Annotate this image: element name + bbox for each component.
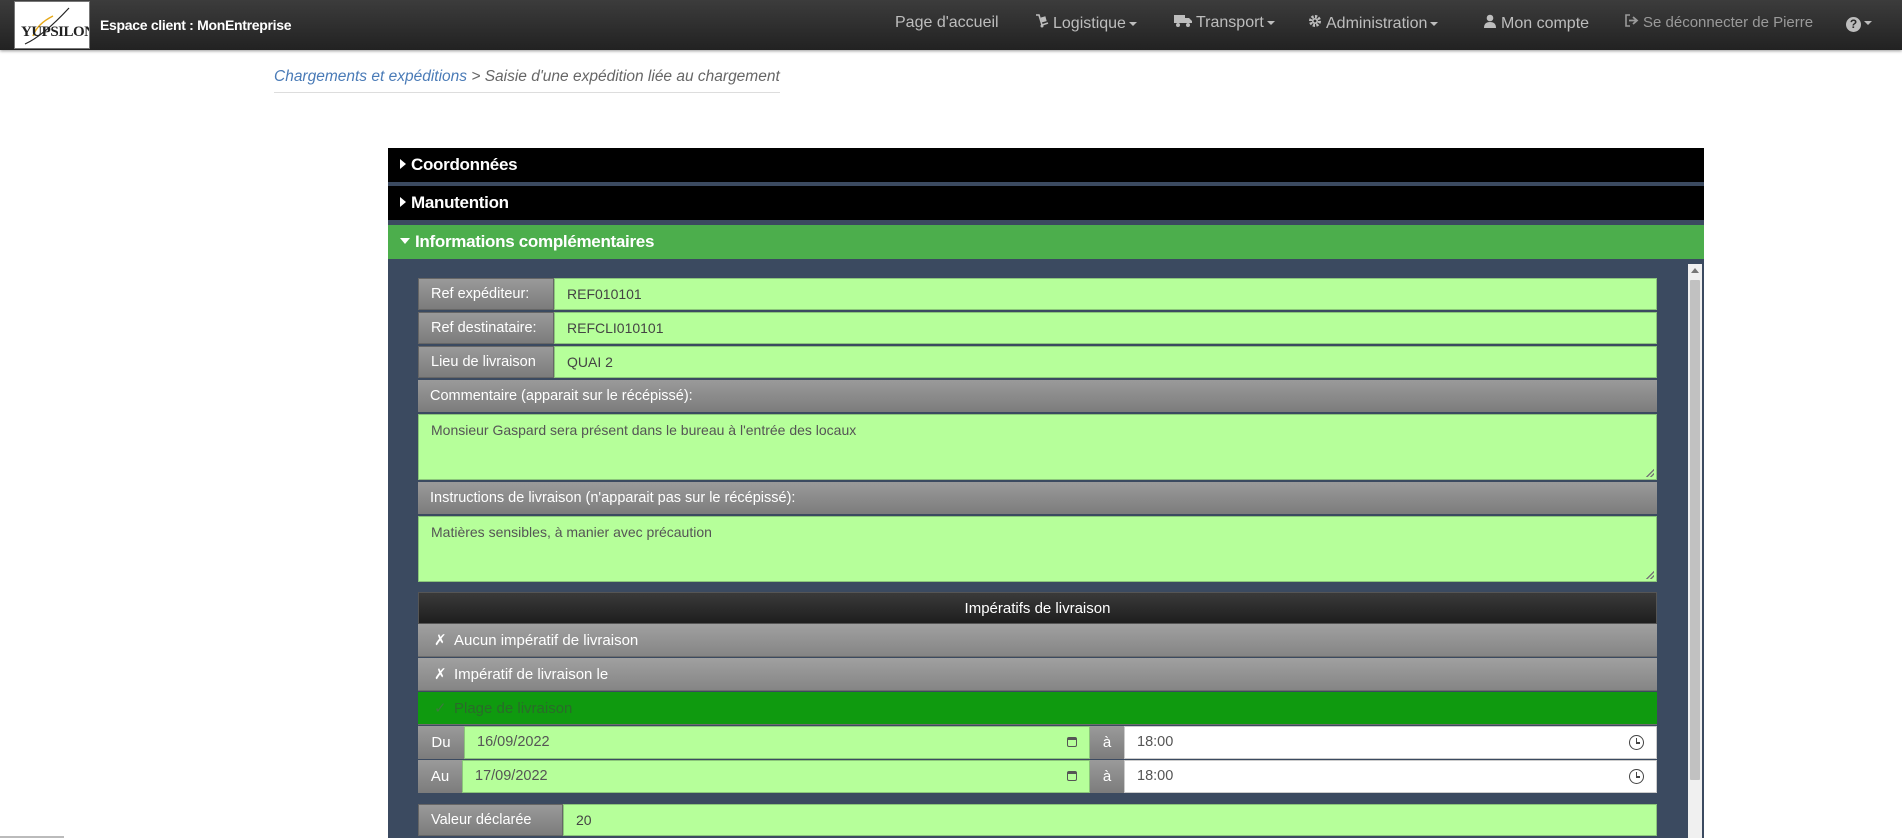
calendar-icon[interactable] [1067,737,1077,747]
nav-logout-label: Se déconnecter de Pierre [1643,14,1814,31]
accordion-manutention-label: Manutention [411,193,509,212]
ref-expediteur-row: Ref expéditeur: REF010101 [418,278,1657,310]
valeur-declaree-label: Valeur déclarée [418,804,563,836]
option-label: Impératif de livraison le [454,666,609,683]
option-label: Plage de livraison [454,700,573,717]
question-circle-icon: ? [1846,17,1861,32]
du-label: Du [418,726,464,759]
valeur-declaree-row: Valeur déclarée 20 [418,804,1657,836]
ref-expediteur-label: Ref expéditeur: [418,278,554,310]
accordion-informations-complementaires[interactable]: Informations complémentaires [388,225,1704,259]
nav-administration[interactable]: Administration [1307,14,1439,33]
nav-transport[interactable]: Transport [1173,14,1275,32]
clock-icon[interactable] [1629,735,1644,750]
breadcrumb: Chargements et expéditions > Saisie d'un… [274,68,780,93]
option-aucun-imperatif[interactable]: ✗ Aucun impératif de livraison [418,624,1657,657]
nav-transport-label: Transport [1196,14,1264,31]
brand-title[interactable]: Espace client : MonEntreprise [100,17,292,33]
calendar-icon[interactable] [1067,771,1077,781]
plage-au-row: Au 17/09/2022 à 18:00 [418,760,1657,793]
chevron-down-icon [1266,20,1275,25]
du-time-value: 18:00 [1137,734,1174,750]
accordion-coordonnees-label: Coordonnées [411,155,518,174]
du-date-value: 16/09/2022 [477,734,550,750]
breadcrumb-separator: > [467,68,485,85]
triangle-down-icon [400,238,410,244]
nav-administration-label: Administration [1326,15,1428,32]
nav-account-label: Mon compte [1501,15,1590,32]
option-plage-livraison[interactable]: ✓ Plage de livraison [418,692,1657,725]
breadcrumb-link-chargements[interactable]: Chargements et expéditions [274,68,467,85]
du-a-label: à [1090,726,1124,759]
chevron-down-icon [1128,21,1137,26]
chevron-down-icon [1864,20,1872,25]
au-label: Au [418,760,462,793]
accordion-coordonnees[interactable]: Coordonnées [388,148,1704,182]
clock-icon[interactable] [1629,769,1644,784]
commentaire-value: Monsieur Gaspard sera présent dans le bu… [431,422,857,438]
logo-text: YUPSILON [21,24,90,40]
triangle-right-icon [400,159,406,169]
nav-home-label: Page d'accueil [895,14,999,31]
company-logo[interactable]: YUPSILON [14,1,90,49]
accordion-infos-label: Informations complémentaires [415,232,655,251]
plage-du-row: Du 16/09/2022 à 18:00 [418,726,1657,759]
user-icon [1482,14,1498,33]
scrollbar-thumb[interactable] [1690,280,1700,780]
au-time-value: 18:00 [1137,768,1174,784]
nav-account[interactable]: Mon compte [1482,14,1589,33]
gear-icon [1307,14,1323,33]
valeur-declaree-input[interactable]: 20 [563,804,1657,836]
resize-handle-icon[interactable] [1646,571,1654,579]
ref-expediteur-input[interactable]: REF010101 [554,278,1657,310]
commentaire-label: Commentaire (apparait sur le récépissé): [418,380,1657,412]
option-imperatif-le[interactable]: ✗ Impératif de livraison le [418,658,1657,691]
lieu-livraison-input[interactable]: QUAI 2 [554,346,1657,378]
cross-icon: ✗ [434,632,447,649]
instructions-textarea[interactable]: Matières sensibles, à manier avec précau… [418,516,1657,582]
top-navbar: YUPSILON Espace client : MonEntreprise P… [0,0,1902,50]
ref-destinataire-input[interactable]: REFCLI010101 [554,312,1657,344]
breadcrumb-current: Saisie d'une expédition liée au chargeme… [484,68,780,85]
lieu-livraison-label: Lieu de livraison [418,346,554,378]
resize-handle-icon[interactable] [1646,469,1654,477]
chevron-down-icon [1430,21,1439,26]
du-time-input[interactable]: 18:00 [1124,726,1657,759]
truck-icon [1173,14,1193,32]
au-a-label: à [1090,760,1124,793]
du-date-input[interactable]: 16/09/2022 [464,726,1090,759]
nav-logistique[interactable]: Logistique [1034,14,1137,33]
expedition-panel: Coordonnées Manutention Informations com… [388,148,1704,838]
accordion-manutention[interactable]: Manutention [388,186,1704,220]
au-date-value: 17/09/2022 [475,768,548,784]
scroll-up-icon[interactable] [1691,268,1699,273]
cross-icon: ✗ [434,666,447,683]
nav-logout[interactable]: Se déconnecter de Pierre [1624,14,1813,31]
option-label: Aucun impératif de livraison [454,632,639,649]
triangle-right-icon [400,197,406,207]
imperatifs-title: Impératifs de livraison [418,592,1657,624]
au-time-input[interactable]: 18:00 [1124,760,1657,793]
nav-help[interactable]: ? [1846,14,1872,32]
nav-logistique-label: Logistique [1053,15,1126,32]
panel-scrollbar[interactable] [1688,264,1702,838]
lieu-livraison-row: Lieu de livraison QUAI 2 [418,346,1657,378]
ref-destinataire-row: Ref destinataire: REFCLI010101 [418,312,1657,344]
instructions-label: Instructions de livraison (n'apparait pa… [418,482,1657,514]
ref-destinataire-label: Ref destinataire: [418,312,554,344]
instructions-value: Matières sensibles, à manier avec précau… [431,524,712,540]
nav-home[interactable]: Page d'accueil [895,14,999,32]
check-icon: ✓ [434,700,447,717]
dolly-icon [1034,14,1050,33]
sign-out-icon [1624,14,1640,31]
commentaire-textarea[interactable]: Monsieur Gaspard sera présent dans le bu… [418,414,1657,480]
au-date-input[interactable]: 17/09/2022 [462,760,1090,793]
